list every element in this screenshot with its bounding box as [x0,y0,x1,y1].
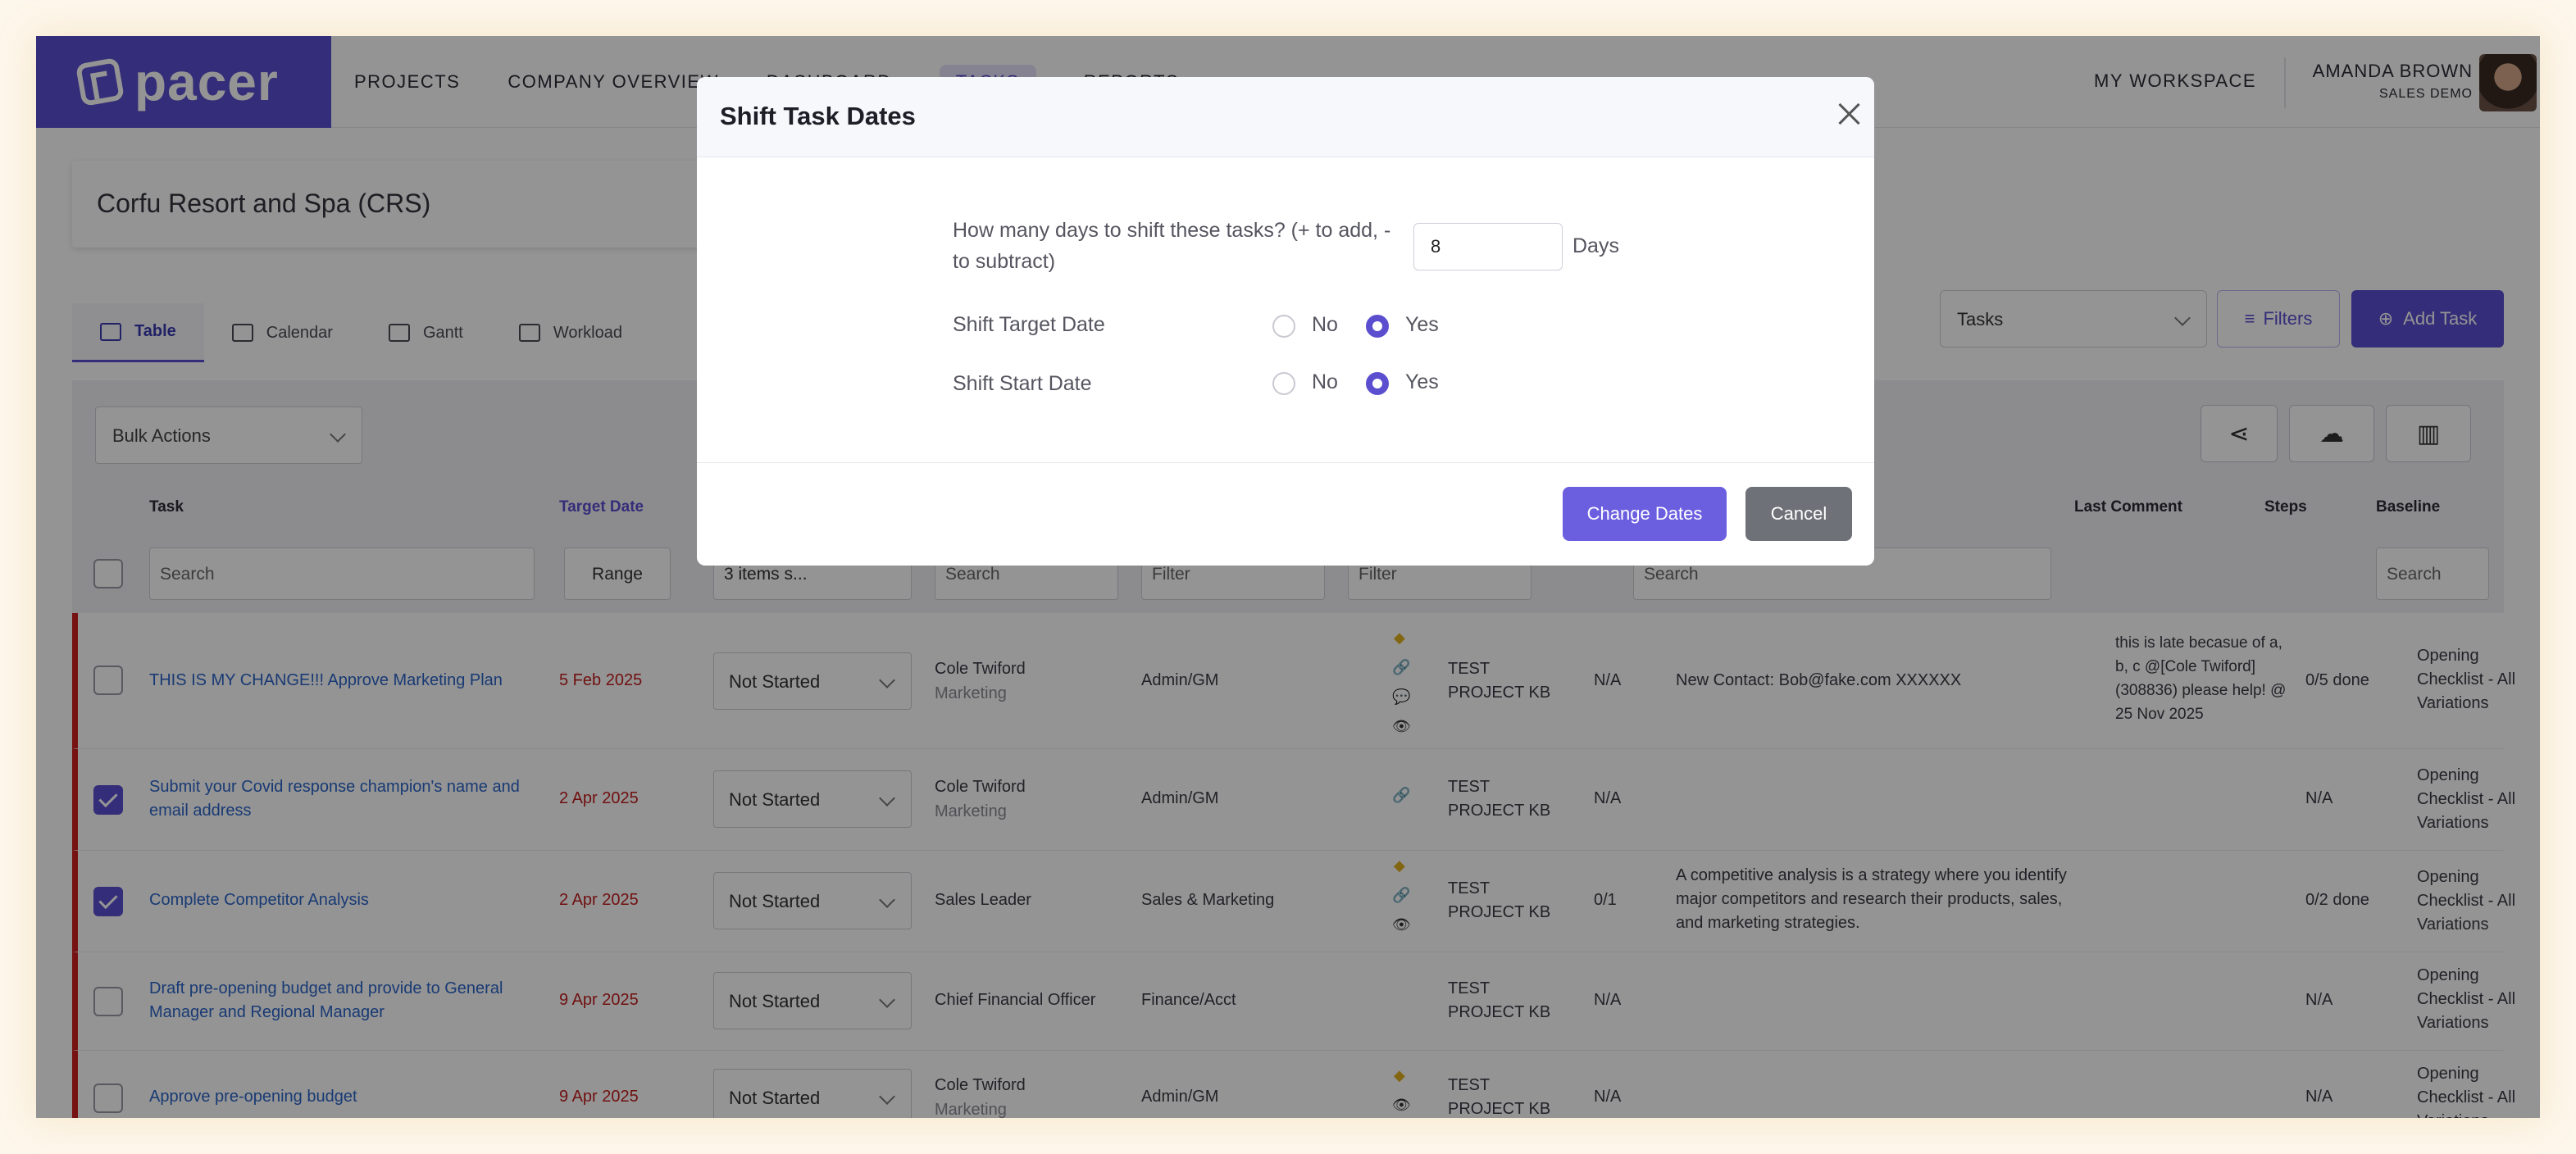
app-window: pacer PROJECTS COMPANY OVERVIEW DASHBOAR… [36,36,2540,1118]
app: pacer PROJECTS COMPANY OVERVIEW DASHBOAR… [36,36,2540,1118]
shift-days-input[interactable] [1413,223,1563,270]
shift-start-no-radio[interactable] [1272,372,1295,395]
dialog-title: Shift Task Dates [720,102,916,130]
shift-start-date-label: Shift Start Date [953,372,1092,395]
close-icon[interactable] [1835,100,1864,129]
change-dates-button[interactable]: Change Dates [1563,487,1727,541]
yes-label: Yes [1405,370,1439,393]
days-unit-label: Days [1572,234,1619,257]
shift-start-yes-radio[interactable] [1366,372,1389,395]
cancel-button[interactable]: Cancel [1745,487,1852,541]
dialog-divider [697,462,1874,463]
yes-label: Yes [1405,313,1439,336]
shift-target-no-radio[interactable] [1272,315,1295,338]
shift-days-question: How many days to shift these tasks? (+ t… [953,219,1391,273]
shift-task-dates-dialog: Shift Task Dates How many days to shift … [697,77,1874,566]
shift-target-yes-radio[interactable] [1366,315,1389,338]
shift-target-date-label: Shift Target Date [953,313,1105,336]
no-label: No [1312,370,1338,393]
dialog-header: Shift Task Dates [697,77,1874,157]
no-label: No [1312,313,1338,336]
